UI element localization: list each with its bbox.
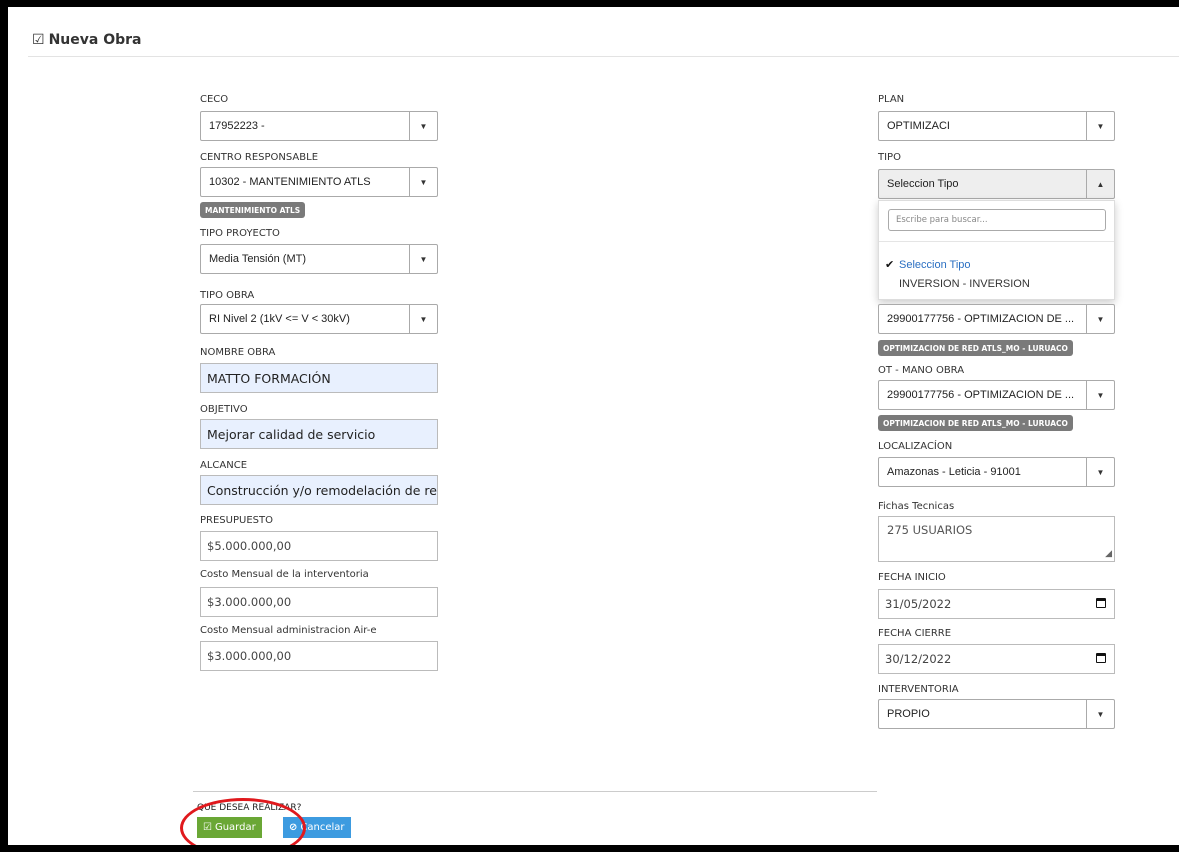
plan-label: PLAN — [878, 94, 905, 105]
calendar-icon[interactable] — [1096, 598, 1106, 608]
ot-material-value: 29900177756 - OPTIMIZACION DE ... — [887, 313, 1075, 325]
alcance-input[interactable]: Construcción y/o remodelación de redes I — [200, 475, 438, 505]
objetivo-label: OBJETIVO — [200, 404, 248, 415]
alcance-label: ALCANCE — [200, 460, 248, 471]
interventoria-label: INTERVENTORIA — [878, 684, 959, 695]
chevron-down-icon[interactable]: ▼ — [409, 245, 437, 273]
page-header — [28, 7, 1179, 57]
tipo-obra-label: TIPO OBRA — [200, 290, 255, 301]
centro-label: CENTRO RESPONSABLE — [200, 152, 319, 163]
tipo-proyecto-select[interactable]: Media Tensión (MT) ▼ — [200, 244, 438, 274]
tipo-proyecto-label: TIPO PROYECTO — [200, 228, 280, 239]
plan-value: OPTIMIZACI — [887, 120, 950, 132]
tipo-obra-value: RI Nivel 2 (1kV <= V < 30kV) — [209, 313, 350, 325]
calendar-icon[interactable] — [1096, 653, 1106, 663]
ot-material-select[interactable]: 29900177756 - OPTIMIZACION DE ... ▼ — [878, 304, 1115, 334]
fichas-textarea[interactable]: 275 USUARIOS ◢ — [878, 516, 1115, 562]
ot-mano-obra-value: 29900177756 - OPTIMIZACION DE ... — [887, 389, 1075, 401]
presupuesto-input[interactable]: $5.000.000,00 — [200, 531, 438, 561]
checkmark-icon: ✔ — [885, 259, 895, 271]
ceco-select[interactable]: 17952223 - ▼ — [200, 111, 438, 141]
checkbox-edit-icon: ☑ — [203, 822, 212, 833]
resize-handle-icon[interactable]: ◢ — [1105, 549, 1112, 559]
fecha-cierre-label: FECHA CIERRE — [878, 628, 952, 639]
costo-admin-input[interactable]: $3.000.000,00 — [200, 641, 438, 671]
ot-mano-obra-label: OT - MANO OBRA — [878, 365, 965, 376]
presupuesto-label: PRESUPUESTO — [200, 515, 273, 526]
costo-admin-label: Costo Mensual administracion Air-e — [200, 625, 377, 636]
localizacion-label: LOCALIZACÍON — [878, 441, 953, 452]
fichas-label: Fichas Tecnicas — [878, 501, 955, 512]
centro-value: 10302 - MANTENIMIENTO ATLS — [209, 176, 371, 188]
checkbox-edit-icon: ☑ — [32, 32, 45, 48]
page-title-text: Nueva Obra — [48, 32, 142, 48]
fecha-inicio-label: FECHA INICIO — [878, 572, 946, 583]
centro-badge: MANTENIMIENTO ATLS — [200, 202, 306, 218]
cancel-button[interactable]: ⊘ Cancelar — [283, 817, 351, 838]
chevron-down-icon[interactable]: ▼ — [1086, 112, 1114, 140]
fecha-cierre-input[interactable]: 30/12/2022 — [878, 644, 1115, 674]
tipo-dropdown: Escribe para buscar... ✔ Seleccion Tipo … — [878, 200, 1115, 300]
dropdown-divider — [879, 241, 1114, 242]
objetivo-input[interactable]: Mejorar calidad de servicio — [200, 419, 438, 449]
footer-question: QUE DESEA REALIZAR? — [197, 803, 302, 813]
nombre-obra-label: NOMBRE OBRA — [200, 347, 276, 358]
tipo-option-label: INVERSION - INVERSION — [899, 278, 1030, 290]
centro-select[interactable]: 10302 - MANTENIMIENTO ATLS ▼ — [200, 167, 438, 197]
chevron-up-icon[interactable]: ▲ — [1086, 170, 1114, 198]
tipo-option-seleccion[interactable]: ✔ Seleccion Tipo — [885, 258, 971, 272]
page-title: ☑ Nueva Obra — [32, 32, 141, 48]
cancel-icon: ⊘ — [289, 822, 298, 833]
tipo-obra-select[interactable]: RI Nivel 2 (1kV <= V < 30kV) ▼ — [200, 304, 438, 334]
chevron-down-icon[interactable]: ▼ — [409, 168, 437, 196]
ceco-label: CECO — [200, 94, 229, 105]
chevron-down-icon[interactable]: ▼ — [1086, 305, 1114, 333]
localizacion-value: Amazonas - Leticia - 91001 — [887, 466, 1021, 478]
tipo-option-label: Seleccion Tipo — [899, 258, 971, 271]
tipo-option-inversion[interactable]: INVERSION - INVERSION — [899, 278, 1030, 290]
chevron-down-icon[interactable]: ▼ — [1086, 381, 1114, 409]
save-button-label: Guardar — [214, 822, 256, 833]
nueva-obra-page: ☑ Nueva Obra CECO 17952223 - ▼ CENTRO RES… — [8, 7, 1179, 845]
chevron-down-icon[interactable]: ▼ — [1086, 458, 1114, 486]
interventoria-value: PROPIO — [887, 708, 930, 720]
tipo-label: TIPO — [878, 152, 901, 163]
ceco-value: 17952223 - — [209, 120, 265, 132]
tipo-select[interactable]: Seleccion Tipo ▲ — [878, 169, 1115, 199]
fichas-value: 275 USUARIOS — [887, 523, 973, 537]
tipo-search-input[interactable]: Escribe para buscar... — [888, 209, 1106, 231]
localizacion-select[interactable]: Amazonas - Leticia - 91001 ▼ — [878, 457, 1115, 487]
footer-divider — [193, 791, 877, 792]
interventoria-select[interactable]: PROPIO ▼ — [878, 699, 1115, 729]
nombre-obra-input[interactable]: MATTO FORMACIÓN — [200, 363, 438, 393]
fecha-inicio-input[interactable]: 31/05/2022 — [878, 589, 1115, 619]
tipo-value: Seleccion Tipo — [887, 178, 959, 190]
fecha-inicio-value: 31/05/2022 — [885, 597, 952, 611]
save-button[interactable]: ☑ Guardar — [197, 817, 262, 838]
plan-select[interactable]: OPTIMIZACI ▼ — [878, 111, 1115, 141]
ot-material-badge: OPTIMIZACION DE RED ATLS_MO - LURUACO — [878, 340, 1073, 356]
tipo-proyecto-value: Media Tensión (MT) — [209, 253, 306, 265]
costo-interventoria-input[interactable]: $3.000.000,00 — [200, 587, 438, 617]
chevron-down-icon[interactable]: ▼ — [409, 112, 437, 140]
ot-mano-obra-select[interactable]: 29900177756 - OPTIMIZACION DE ... ▼ — [878, 380, 1115, 410]
chevron-down-icon[interactable]: ▼ — [409, 305, 437, 333]
ot-mano-obra-badge: OPTIMIZACION DE RED ATLS_MO - LURUACO — [878, 415, 1073, 431]
fecha-cierre-value: 30/12/2022 — [885, 652, 952, 666]
cancel-button-label: Cancelar — [300, 822, 345, 833]
costo-interventoria-label: Costo Mensual de la interventoria — [200, 569, 369, 580]
chevron-down-icon[interactable]: ▼ — [1086, 700, 1114, 728]
